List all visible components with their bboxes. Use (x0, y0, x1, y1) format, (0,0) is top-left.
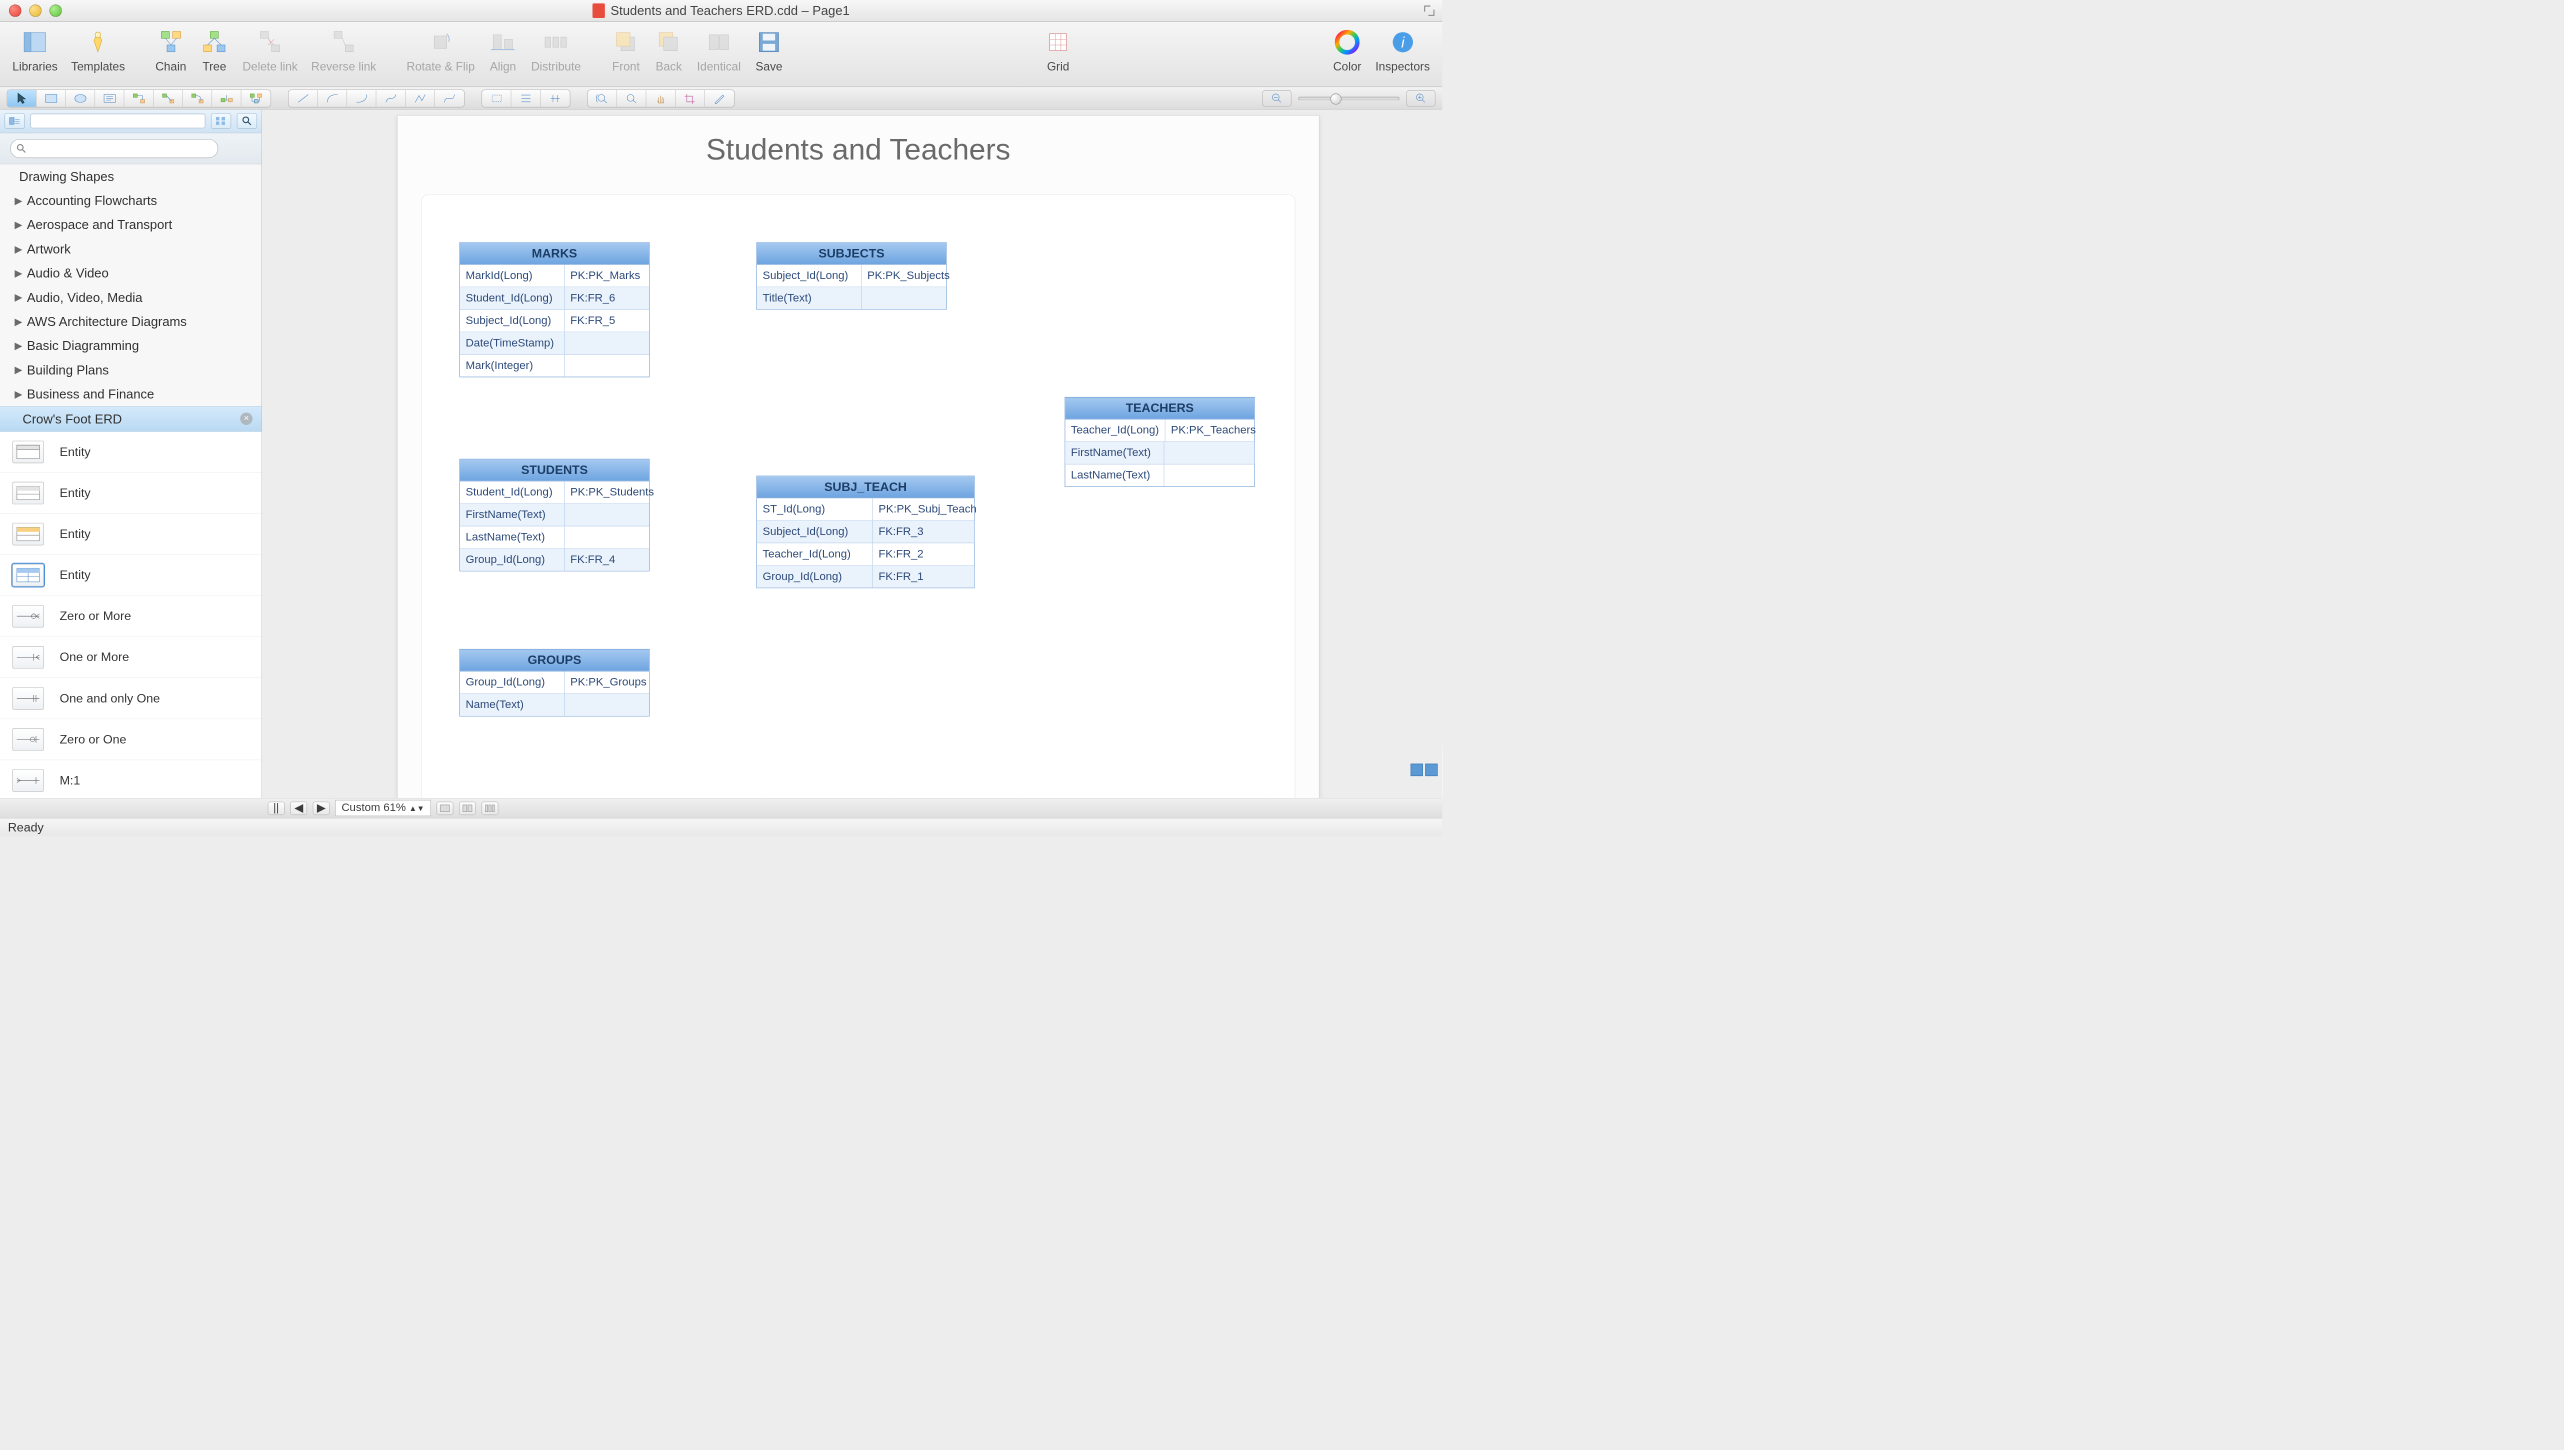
page-next-button[interactable]: ▶ (313, 801, 330, 815)
sidebar-cat-7[interactable]: ▶Building Plans (0, 358, 262, 382)
main-toolbar: Libraries Templates Chain Tree Delete li… (0, 22, 1442, 87)
back-button[interactable]: Back (647, 25, 690, 76)
page-prev-button[interactable]: ◀ (290, 801, 307, 815)
arc-tool-2[interactable] (347, 90, 376, 107)
entity-marks[interactable]: MARKS MarkId(Long)PK:PK_Marks Student_Id… (460, 242, 650, 377)
view-mode-2[interactable] (459, 801, 476, 815)
sidebar-cat-0[interactable]: ▶Accounting Flowcharts (0, 188, 262, 212)
titlebar: Students and Teachers ERD.cdd – Page1 (0, 0, 1442, 22)
entity-students[interactable]: STUDENTS Student_Id(Long)PK:PK_Students … (460, 459, 650, 572)
eyedropper-tool[interactable] (705, 90, 734, 107)
sidebar-cat-3[interactable]: ▶Audio & Video (0, 261, 262, 285)
crop-tool[interactable] (676, 90, 705, 107)
color-button[interactable]: Color (1326, 25, 1369, 76)
connector-tool-2[interactable] (154, 90, 183, 107)
pane-toggle-button[interactable]: || (268, 801, 285, 815)
connector-tool-3[interactable] (183, 90, 212, 107)
connector-tool-4[interactable] (212, 90, 241, 107)
align-button[interactable]: Align (482, 25, 525, 76)
sidebar-cat-2[interactable]: ▶Artwork (0, 237, 262, 261)
shape-zero-or-one[interactable]: Zero or One (0, 719, 262, 760)
sidebar-cat-1[interactable]: ▶Aerospace and Transport (0, 213, 262, 237)
sidebar-cat-6[interactable]: ▶Basic Diagramming (0, 333, 262, 357)
diagram-title: Students and Teachers (706, 133, 1010, 167)
libraries-button[interactable]: Libraries (6, 25, 65, 76)
shape-one-or-more[interactable]: One or More (0, 637, 262, 678)
maximize-icon[interactable] (1423, 5, 1435, 17)
front-button[interactable]: Front (605, 25, 648, 76)
hand-tool[interactable] (646, 90, 675, 107)
delete-link-button[interactable]: Delete link (236, 25, 305, 76)
text-tool[interactable] (95, 90, 124, 107)
sidebar-cat-8[interactable]: ▶Business and Finance (0, 382, 262, 406)
bottom-bar: || ◀ ▶ Custom 61% ▲▼ (0, 798, 1442, 818)
shape-entity-1[interactable]: Entity (0, 431, 262, 472)
sidebar-drawing-shapes[interactable]: Drawing Shapes (0, 164, 262, 188)
connector-tool-1[interactable] (124, 90, 153, 107)
entity-groups[interactable]: GROUPS Group_Id(Long)PK:PK_Groups Name(T… (460, 649, 650, 717)
distribute-button[interactable]: Distribute (524, 25, 587, 76)
resize-handles[interactable] (1411, 764, 1438, 776)
panel-grid-view-button[interactable] (211, 113, 231, 129)
zoom-out-button[interactable] (1262, 90, 1291, 107)
zoom-select[interactable]: Custom 61% ▲▼ (335, 800, 431, 816)
arc-tool-1[interactable] (318, 90, 347, 107)
polyline-tool[interactable] (406, 90, 435, 107)
secondary-toolbar (0, 87, 1442, 110)
entity-subj-teach[interactable]: SUBJ_TEACH ST_Id(Long)PK:PK_Subj_Teach S… (757, 476, 975, 589)
snap-tool-2[interactable] (511, 90, 540, 107)
page: Students and Teachers (397, 115, 1320, 797)
connector-tool-5[interactable] (241, 90, 270, 107)
search-icon (16, 143, 27, 154)
chain-button[interactable]: Chain (149, 25, 193, 76)
shape-entity-3[interactable]: Entity (0, 513, 262, 554)
close-icon[interactable]: × (240, 412, 252, 424)
reverse-link-button[interactable]: Reverse link (304, 25, 382, 76)
pointer-tool[interactable] (7, 90, 36, 107)
relationship-lines (398, 116, 567, 200)
view-mode-1[interactable] (436, 801, 453, 815)
zoom-in-button[interactable] (1406, 90, 1435, 107)
window-close-button[interactable] (9, 5, 21, 17)
templates-button[interactable]: Templates (64, 25, 131, 76)
entity-subjects[interactable]: SUBJECTS Subject_Id(Long)PK:PK_Subjects … (757, 242, 947, 310)
canvas[interactable]: Students and Teachers (262, 110, 1442, 798)
sidebar-active-category[interactable]: Crow's Foot ERD× (0, 406, 262, 431)
shape-m-1[interactable]: M:1 (0, 760, 262, 798)
tree-button[interactable]: Tree (193, 25, 236, 76)
panel-search-input[interactable] (30, 114, 205, 129)
window-minimize-button[interactable] (29, 5, 41, 17)
grid-button[interactable]: Grid (1037, 25, 1080, 76)
snap-tool-1[interactable] (482, 90, 511, 107)
snap-tool-3[interactable] (541, 90, 570, 107)
status-bar: Ready (0, 818, 1442, 836)
document-icon (592, 3, 604, 18)
shape-zero-or-more[interactable]: Zero or More (0, 596, 262, 637)
save-button[interactable]: Save (748, 25, 791, 76)
identical-button[interactable]: Identical (690, 25, 747, 76)
sidebar-cat-5[interactable]: ▶AWS Architecture Diagrams (0, 309, 262, 333)
spline-tool[interactable] (376, 90, 405, 107)
zoom-tool[interactable] (617, 90, 646, 107)
view-mode-3[interactable] (481, 801, 498, 815)
shape-entity-2[interactable]: Entity (0, 472, 262, 513)
panel-search-button[interactable] (237, 113, 257, 129)
sidebar-cat-4[interactable]: ▶Audio, Video, Media (0, 285, 262, 309)
window-zoom-button[interactable] (50, 5, 62, 17)
line-tool[interactable] (289, 90, 318, 107)
shape-search-input[interactable] (10, 139, 218, 158)
rect-tool[interactable] (37, 90, 66, 107)
shape-one-and-only-one[interactable]: One and only One (0, 678, 262, 719)
zoom-reset-tool[interactable] (588, 90, 617, 107)
panel-tab-shapes[interactable] (5, 113, 25, 129)
ellipse-tool[interactable] (66, 90, 95, 107)
left-panel: Drawing Shapes ▶Accounting Flowcharts ▶A… (0, 110, 262, 798)
window-title: Students and Teachers ERD.cdd – Page1 (610, 3, 849, 18)
rotate-flip-button[interactable]: Rotate & Flip (400, 25, 482, 76)
inspectors-button[interactable]: iInspectors (1369, 25, 1437, 76)
zoom-slider[interactable] (1298, 96, 1399, 99)
entity-teachers[interactable]: TEACHERS Teacher_Id(Long)PK:PK_Teachers … (1065, 397, 1255, 487)
shape-entity-4[interactable]: Entity (0, 555, 262, 596)
bezier-tool[interactable] (435, 90, 464, 107)
